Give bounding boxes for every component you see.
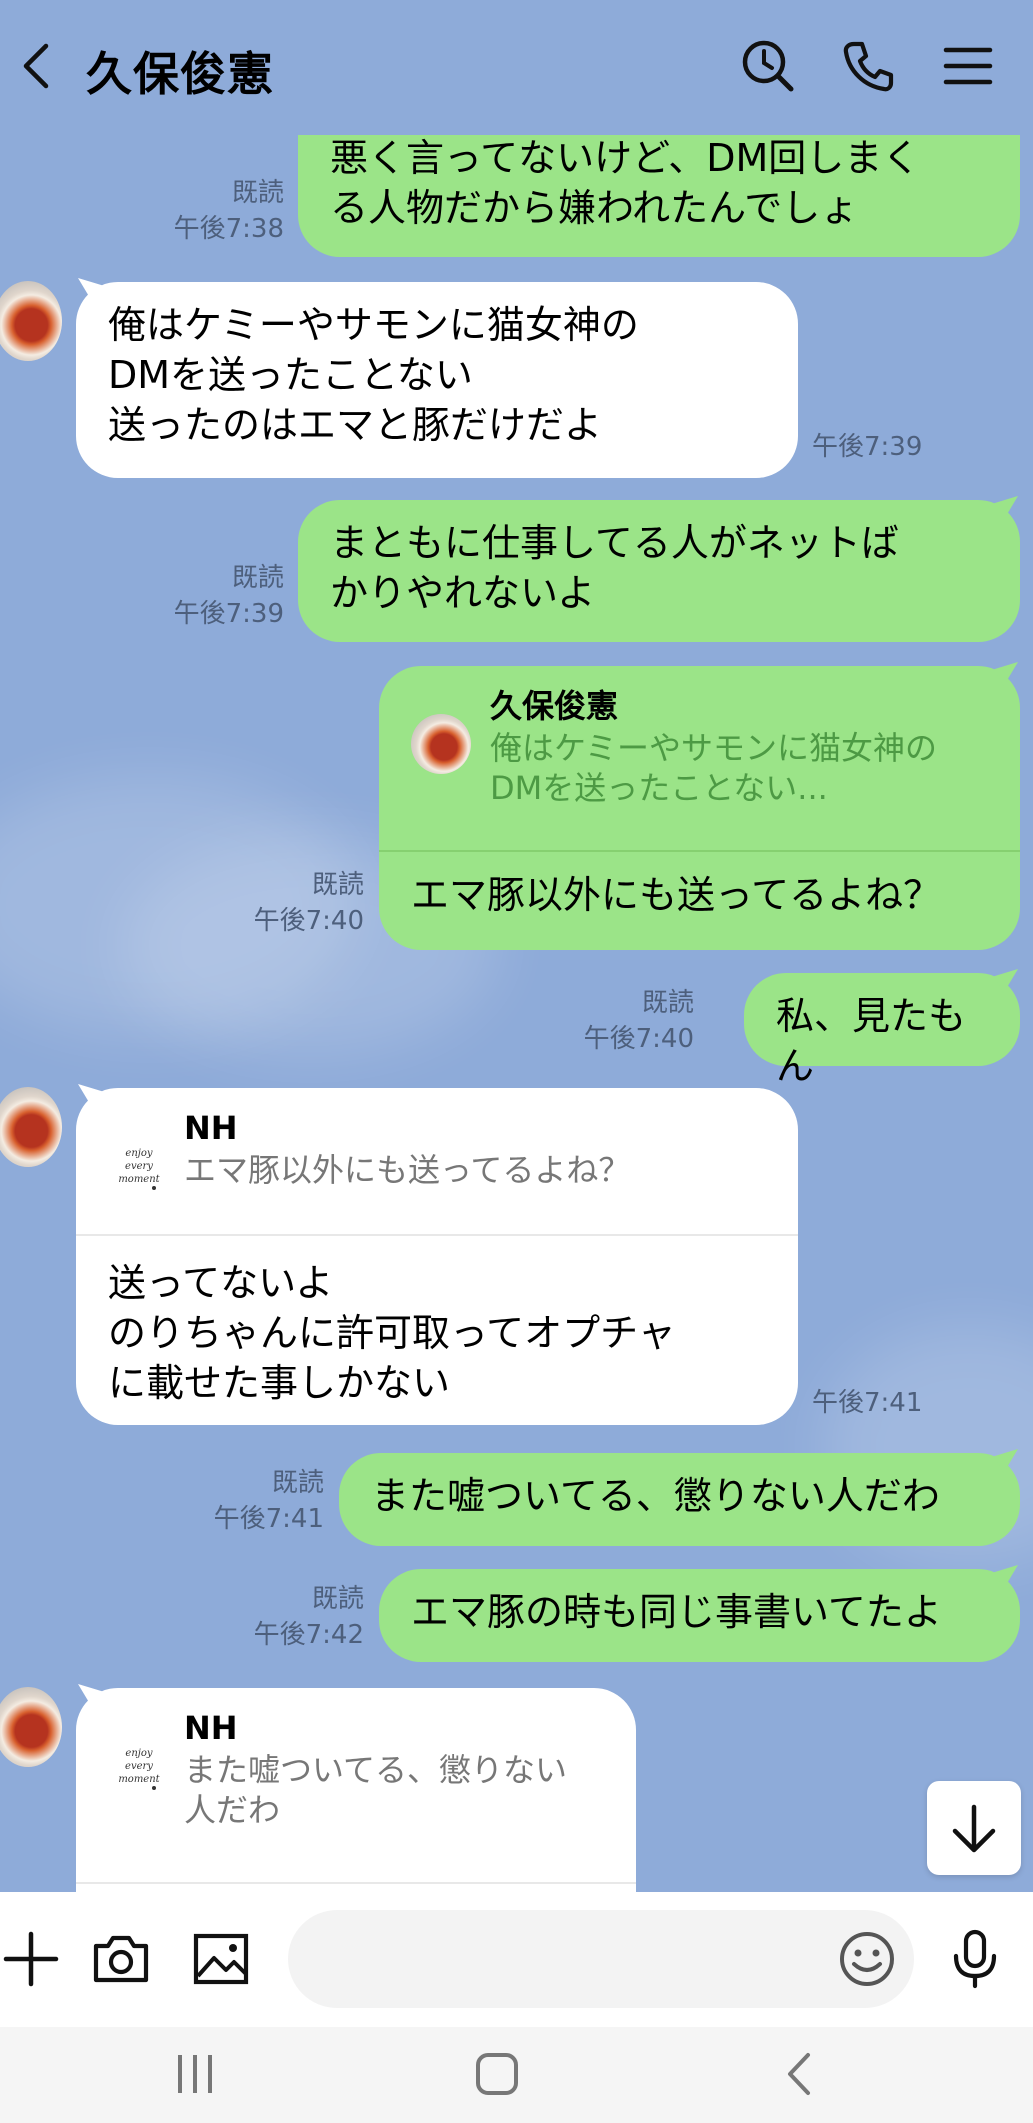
message-meta: 既読 午後7:42 (230, 1581, 364, 1653)
quoted-text-line: DMを送ったことない... (490, 769, 828, 807)
message-text-line: エマ豚以外にも送ってるよね？ (411, 873, 942, 917)
image-icon[interactable] (190, 1928, 252, 1990)
quoted-sender: NH (184, 1109, 238, 1147)
message-text-line: に載せた事しかない (108, 1361, 451, 1405)
message-meta: 既読 午後7:39 (150, 560, 284, 632)
message-input-bar (0, 1892, 1033, 2027)
reply-message-bubble[interactable]: enjoy every moment NH また嘘ついてる、懲りない 人だわ (76, 1688, 636, 1892)
message-text-line: る人物だから嫌われたんでしょ (330, 186, 859, 230)
recent-apps-icon[interactable] (170, 2049, 220, 2099)
arrow-down-icon (952, 1804, 996, 1853)
message-text-line: 悪く言ってないけど、DM回しまく (330, 136, 921, 180)
message-text-line: 送ったのはエマと豚だけだよ (108, 403, 603, 447)
nav-back-icon[interactable] (776, 2049, 826, 2099)
message-text-line: かりやれないよ (330, 571, 596, 615)
read-receipt: 既読 (271, 1468, 324, 1498)
timestamp: 午後7:39 (812, 432, 923, 462)
message-body: 送ってないよ のりちゃんに許可取ってオプチャ に載せた事しかない (76, 1236, 798, 1408)
reply-message-bubble[interactable]: enjoy every moment NH エマ豚以外にも送ってるよね？ 送って… (76, 1088, 798, 1425)
svg-text:enjoy: enjoy (125, 1748, 152, 1759)
message-text-line: 俺はケミーやサモンに猫女神の (108, 303, 639, 347)
message-bubble[interactable]: 俺はケミーやサモンに猫女神の DMを送ったことない 送ったのはエマと豚だけだよ (76, 282, 798, 478)
back-icon[interactable] (14, 36, 64, 96)
message-meta: 既読 午後7:41 (190, 1465, 324, 1537)
avatar[interactable] (0, 1087, 62, 1167)
quoted-text-line: 人だわ (184, 1791, 281, 1829)
chat-title[interactable]: 久保俊憲 (86, 38, 274, 104)
timestamp: 午後7:40 (253, 906, 364, 936)
message-text-line: 送ってないよ (108, 1261, 334, 1305)
message-bubble[interactable]: まともに仕事してる人がネットば かりやれないよ (298, 500, 1020, 642)
read-receipt: 既読 (311, 1584, 364, 1614)
read-receipt: 既読 (311, 870, 364, 900)
quoted-message[interactable]: enjoy every moment NH エマ豚以外にも送ってるよね？ (76, 1106, 798, 1234)
timestamp: 午後7:41 (812, 1388, 923, 1418)
camera-icon[interactable] (90, 1928, 152, 1990)
quoted-message[interactable]: enjoy every moment NH また嘘ついてる、懲りない 人だわ (76, 1706, 636, 1882)
message-text-line: のりちゃんに許可取ってオプチャ (108, 1311, 676, 1355)
plus-icon[interactable] (0, 1928, 62, 1990)
phone-icon[interactable] (838, 36, 898, 96)
message-bubble[interactable]: エマ豚の時も同じ事書いてたよ (379, 1569, 1020, 1662)
menu-icon[interactable] (938, 36, 998, 96)
message-text-line: エマ豚の時も同じ事書いてたよ (411, 1590, 942, 1634)
message-bubble[interactable]: 私、見たもん (744, 973, 1020, 1088)
svg-text:enjoy: enjoy (125, 1148, 152, 1159)
message-text-line: 私、見たもん (776, 994, 967, 1088)
quoted-sender: NH (184, 1709, 238, 1747)
quoted-text-line: エマ豚以外にも送ってるよね？ (184, 1151, 631, 1189)
timestamp: 午後7:39 (173, 599, 284, 629)
quote-divider (76, 1882, 636, 1884)
read-receipt: 既読 (231, 178, 284, 208)
quoted-text-line: また嘘ついてる、懲りない (184, 1751, 568, 1789)
read-receipt: 既読 (641, 988, 694, 1018)
message-meta: 既読 午後7:40 (230, 867, 364, 939)
scroll-to-bottom-button[interactable] (927, 1781, 1021, 1875)
message-text-line: また嘘ついてる、懲りない人だわ (371, 1474, 940, 1518)
quoted-sender: 久保俊憲 (490, 687, 619, 725)
timestamp: 午後7:42 (253, 1620, 364, 1650)
chat-area[interactable]: 既読 午後7:38 悪く言ってないけど、DM回しまく る人物だから嫌われたんでし… (0, 135, 1033, 1892)
reply-message-bubble[interactable]: 久保俊憲 俺はケミーやサモンに猫女神の DMを送ったことない... エマ豚以外に… (379, 666, 1020, 950)
home-icon[interactable] (472, 2049, 522, 2099)
message-bubble[interactable]: また嘘ついてる、懲りない人だわ (339, 1453, 1020, 1546)
message-input[interactable] (288, 1910, 914, 2008)
timestamp: 午後7:41 (213, 1504, 324, 1534)
read-receipt: 既読 (231, 563, 284, 593)
microphone-icon[interactable] (944, 1928, 1006, 1990)
message-text-line: まともに仕事してる人がネットば (330, 521, 899, 565)
quoted-avatar: enjoy every moment (109, 1737, 169, 1797)
svg-text:every: every (125, 1761, 153, 1772)
svg-text:every: every (125, 1161, 153, 1172)
message-meta: 既読 午後7:40 (570, 985, 694, 1057)
message-text-line: DMを送ったことない (108, 353, 473, 397)
quoted-avatar: enjoy every moment (109, 1137, 169, 1197)
avatar[interactable] (0, 1687, 62, 1767)
quoted-text-line: 俺はケミーやサモンに猫女神の (490, 729, 938, 767)
svg-text:moment: moment (118, 1174, 160, 1185)
avatar[interactable] (0, 281, 62, 361)
quoted-avatar (411, 714, 471, 774)
svg-text:moment: moment (118, 1774, 160, 1785)
timestamp: 午後7:38 (173, 214, 284, 244)
message-bubble[interactable]: 悪く言ってないけど、DM回しまく る人物だから嫌われたんでしょ (298, 135, 1020, 257)
system-nav-bar (0, 2027, 1033, 2123)
emoji-icon[interactable] (836, 1928, 898, 1990)
quoted-message[interactable]: 久保俊憲 俺はケミーやサモンに猫女神の DMを送ったことない... (379, 684, 1020, 850)
search-history-icon[interactable] (738, 36, 798, 96)
message-meta: 既読 午後7:38 (150, 175, 284, 247)
timestamp: 午後7:40 (583, 1024, 694, 1054)
chat-header: 久保俊憲 (0, 0, 1033, 135)
